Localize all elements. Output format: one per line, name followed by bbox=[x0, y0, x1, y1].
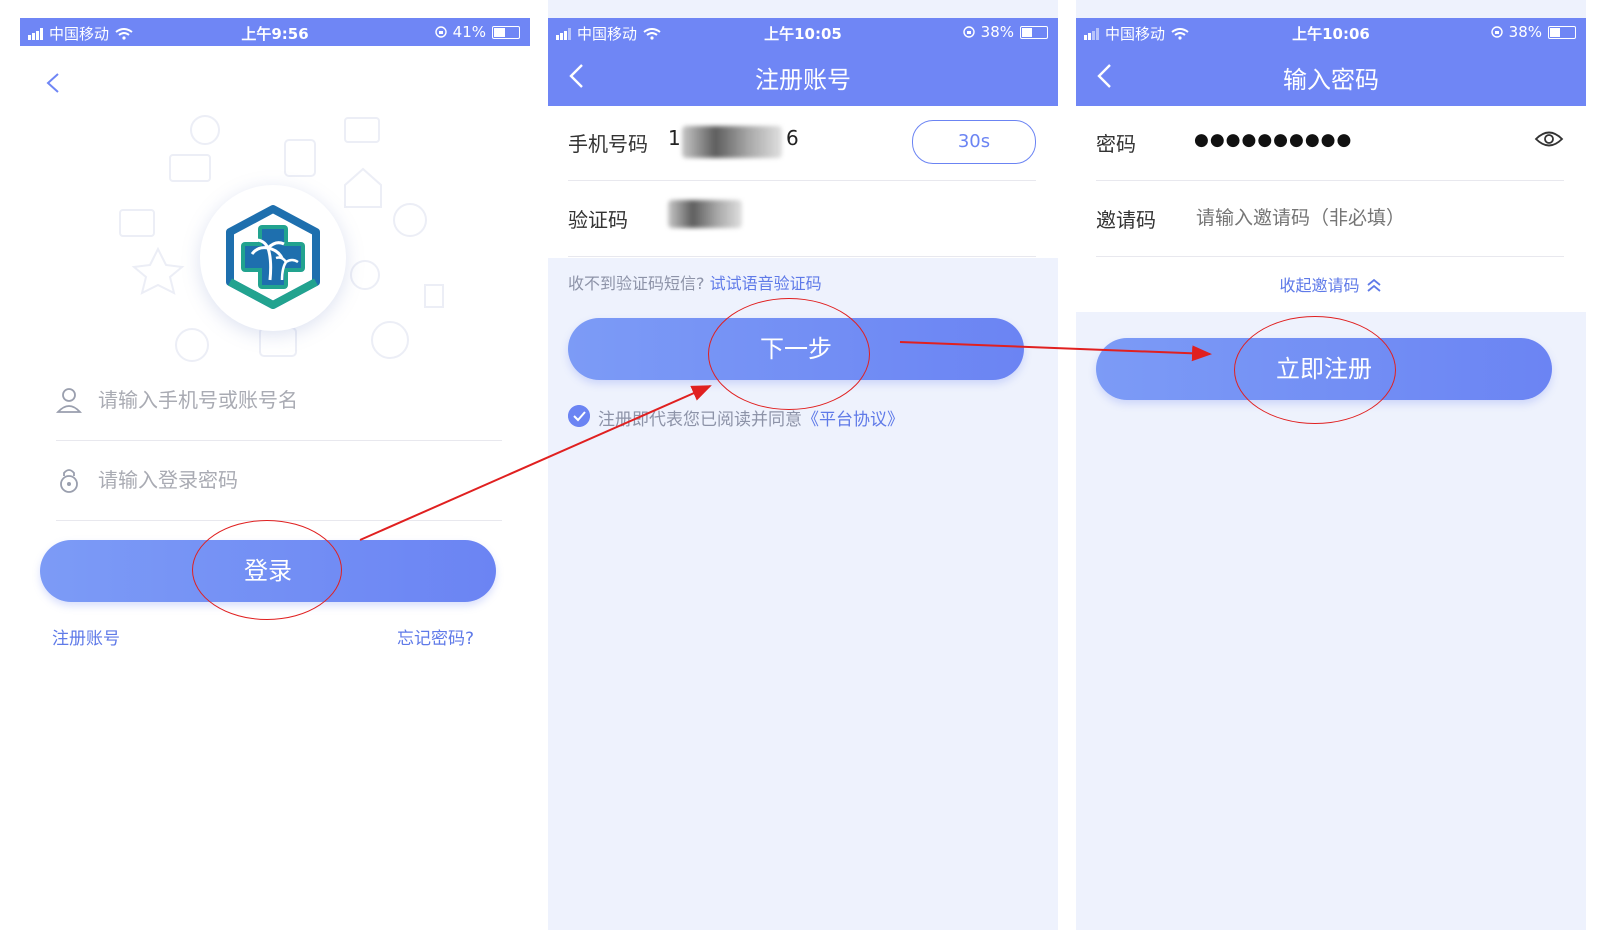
chevron-up-double-icon bbox=[1366, 278, 1381, 292]
collapse-invite-label: 收起邀请码 bbox=[1279, 276, 1360, 295]
battery-percent: 38% bbox=[980, 23, 1014, 41]
status-bar: 中国移动 上午9:56 41% bbox=[20, 18, 530, 46]
rotation-lock-icon bbox=[962, 26, 975, 38]
check-icon[interactable] bbox=[568, 405, 590, 427]
nav-bar: 输入密码 bbox=[1076, 46, 1586, 106]
password-input[interactable] bbox=[96, 462, 480, 498]
form-panel: 手机号码 1 6 30s 验证码 bbox=[548, 106, 1058, 258]
invite-input[interactable] bbox=[1194, 200, 1558, 236]
code-redacted[interactable] bbox=[668, 200, 742, 228]
battery-icon bbox=[492, 25, 520, 39]
rotation-lock-icon bbox=[1490, 26, 1503, 38]
register-link[interactable]: 注册账号 bbox=[52, 624, 120, 649]
sms-countdown-button[interactable]: 30s bbox=[912, 120, 1036, 164]
invite-label: 邀请码 bbox=[1096, 208, 1156, 232]
lock-icon bbox=[60, 469, 78, 493]
code-row: 验证码 bbox=[568, 182, 1036, 257]
page-title: 注册账号 bbox=[755, 66, 851, 94]
phone-suffix: 6 bbox=[786, 126, 799, 150]
page-title: 输入密码 bbox=[1283, 66, 1379, 94]
status-bar: 中国移动 上午10:06 38% bbox=[1076, 18, 1586, 46]
eye-icon[interactable] bbox=[1534, 128, 1564, 150]
password-row: 密码 ●●●●●●●●●● bbox=[1096, 106, 1564, 181]
voice-code-link[interactable]: 试试语音验证码 bbox=[710, 274, 822, 293]
no-sms-hint-text: 收不到验证码短信? bbox=[568, 274, 705, 293]
user-icon bbox=[56, 388, 82, 413]
register-screen: 中国移动 上午10:05 38% 注册账号 手机号码 1 6 30s 验证码 收… bbox=[548, 0, 1058, 930]
agreement-link[interactable]: 《平台协议》 bbox=[802, 410, 904, 430]
password-input[interactable]: ●●●●●●●●●● bbox=[1194, 130, 1352, 150]
app-logo-icon bbox=[226, 205, 320, 309]
login-screen: 中国移动 上午9:56 41% 请输入手机号或账号名 登录 注册账号 忘记密码? bbox=[20, 0, 530, 930]
password-label: 密码 bbox=[1096, 132, 1136, 156]
agree-text: 注册即代表您已阅读并同意 bbox=[598, 410, 802, 430]
annotation-circle-login bbox=[192, 520, 342, 620]
phone-row: 手机号码 1 6 30s bbox=[568, 106, 1036, 181]
phone-prefix: 1 bbox=[668, 126, 681, 150]
annotation-circle-next bbox=[708, 298, 870, 410]
password-screen: 中国移动 上午10:06 38% 输入密码 密码 ●●●●●●●●●● 邀请码 … bbox=[1076, 0, 1586, 930]
rotation-lock-icon bbox=[434, 26, 447, 38]
annotation-circle-register bbox=[1234, 316, 1396, 424]
nav-bar: 注册账号 bbox=[548, 46, 1058, 106]
battery-percent: 38% bbox=[1508, 23, 1542, 41]
status-bar: 中国移动 上午10:05 38% bbox=[548, 18, 1058, 46]
collapse-invite-toggle[interactable]: 收起邀请码 bbox=[1076, 272, 1586, 296]
back-arrow-icon[interactable] bbox=[40, 68, 66, 98]
agreement-text: 注册即代表您已阅读并同意《平台协议》 bbox=[598, 405, 904, 430]
phone-label: 手机号码 bbox=[568, 132, 648, 156]
invite-row: 邀请码 bbox=[1096, 182, 1564, 257]
username-row bbox=[56, 360, 502, 441]
form-panel: 密码 ●●●●●●●●●● 邀请码 收起邀请码 bbox=[1076, 106, 1586, 312]
phone-redacted bbox=[682, 126, 782, 158]
battery-icon bbox=[1020, 25, 1048, 39]
username-input[interactable] bbox=[96, 382, 480, 418]
battery-percent: 41% bbox=[452, 23, 486, 41]
code-label: 验证码 bbox=[568, 208, 628, 232]
password-row bbox=[56, 440, 502, 521]
battery-icon bbox=[1548, 25, 1576, 39]
forgot-password-link[interactable]: 忘记密码? bbox=[397, 624, 474, 649]
app-logo bbox=[200, 185, 346, 331]
sms-hint: 收不到验证码短信? 试试语音验证码 bbox=[568, 270, 822, 294]
